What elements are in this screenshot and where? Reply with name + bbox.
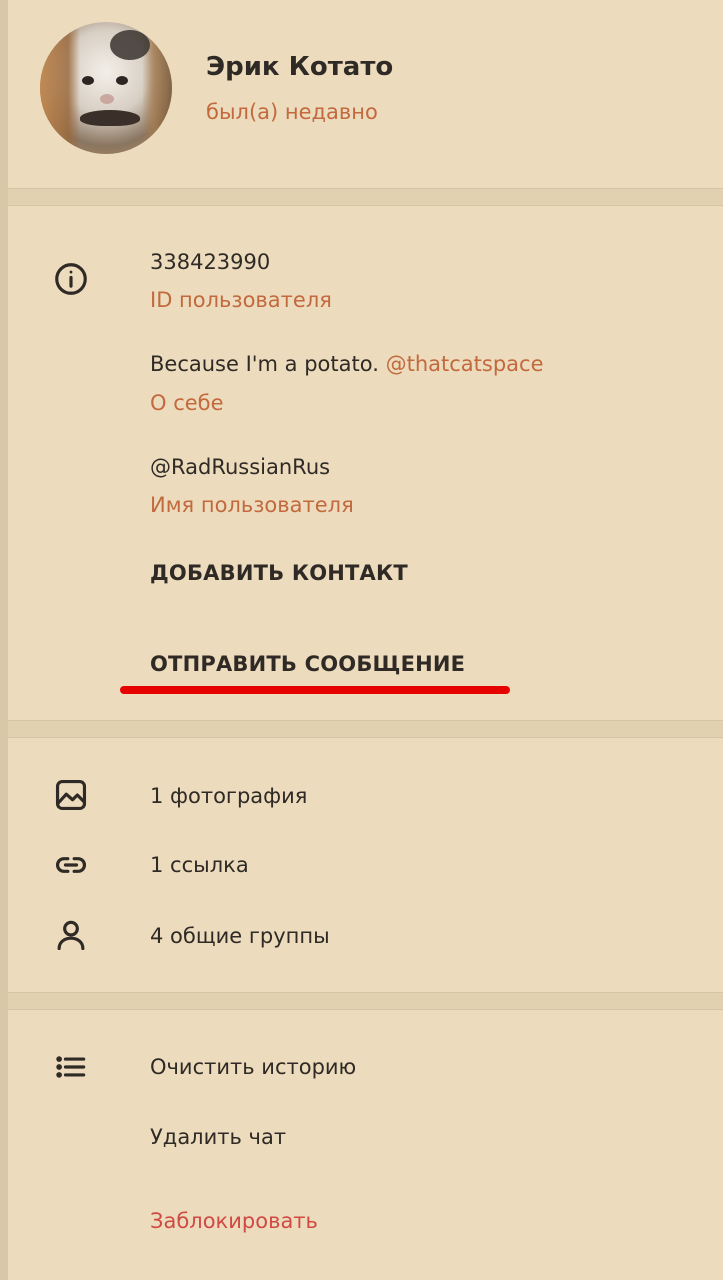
link-icon	[52, 846, 90, 884]
clear-history-button[interactable]: Очистить историю	[150, 1055, 356, 1079]
username-value[interactable]: @RadRussianRus	[150, 455, 330, 479]
username-label: Имя пользователя	[150, 493, 354, 517]
photos-link[interactable]: 1 фотография	[150, 784, 307, 808]
bio-link[interactable]: @thatcatspace	[386, 352, 544, 376]
section-divider	[8, 188, 723, 206]
section-divider	[8, 720, 723, 738]
send-message-button[interactable]: ОТПРАВИТЬ СООБЩЕНИЕ	[150, 652, 465, 676]
user-id-value: 338423990	[150, 250, 271, 274]
add-contact-button[interactable]: ДОБАВИТЬ КОНТАКТ	[150, 561, 408, 585]
avatar[interactable]	[40, 22, 172, 154]
delete-chat-button[interactable]: Удалить чат	[150, 1125, 286, 1149]
bio-text: Because I'm a potato.	[150, 352, 379, 376]
info-icon	[52, 260, 90, 298]
links-link[interactable]: 1 ссылка	[150, 853, 249, 877]
user-id-label: ID пользователя	[150, 288, 332, 312]
user-icon	[52, 916, 90, 954]
profile-name: Эрик Котато	[206, 52, 394, 82]
common-groups-link[interactable]: 4 общие группы	[150, 924, 330, 948]
profile-status: был(а) недавно	[206, 100, 378, 124]
profile-panel: Эрик Котато был(а) недавно 338423990 ID …	[8, 0, 723, 1280]
highlight-underline	[120, 686, 510, 694]
bio-label: О себе	[150, 391, 224, 415]
bio-value: Because I'm a potato. @thatcatspace	[150, 352, 544, 376]
section-divider	[8, 992, 723, 1010]
photo-icon	[52, 776, 90, 814]
list-icon	[52, 1048, 90, 1086]
block-user-button[interactable]: Заблокировать	[150, 1209, 318, 1233]
